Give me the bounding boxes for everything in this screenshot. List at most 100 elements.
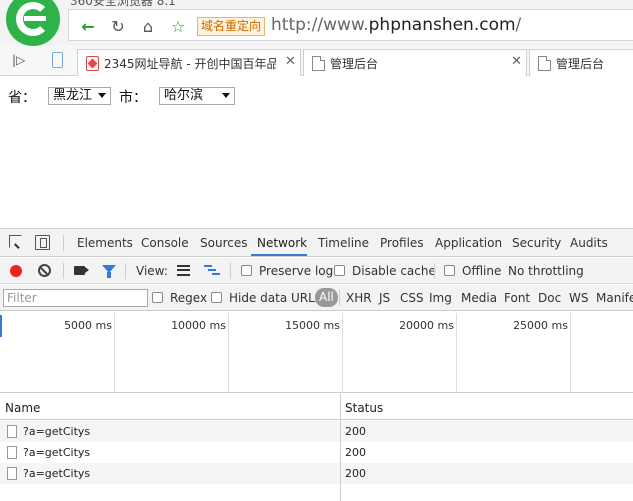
filter-ws[interactable]: WS <box>569 291 588 305</box>
network-overview[interactable]: 5000 ms 10000 ms 15000 ms 20000 ms 25000… <box>0 313 633 393</box>
tab-profiles[interactable]: Profiles <box>380 236 424 250</box>
hide-data-urls-checkbox[interactable] <box>211 292 222 303</box>
preserve-log-label: Preserve log <box>259 264 334 278</box>
tab-console[interactable]: Console <box>141 236 189 250</box>
tick-line <box>570 313 571 393</box>
filter-manifest[interactable]: Manifest <box>596 291 633 305</box>
tick-label: 5000 ms <box>64 319 112 332</box>
close-icon[interactable]: ✕ <box>285 54 296 69</box>
window-title: 360安全浏览器 8.1 <box>70 0 176 8</box>
filter-css[interactable]: CSS <box>400 291 424 305</box>
tab-admin-2[interactable]: 管理后台 <box>529 49 633 76</box>
throttling-select[interactable]: No throttling <box>508 264 584 278</box>
filter-xhr[interactable]: XHR <box>346 291 372 305</box>
province-select[interactable]: 黑龙江 <box>48 87 111 105</box>
tab-sources[interactable]: Sources <box>200 236 247 250</box>
divider <box>339 290 340 306</box>
overview-start-marker <box>0 315 2 337</box>
tab-application[interactable]: Application <box>435 236 502 250</box>
close-icon[interactable]: ✕ <box>511 54 522 69</box>
back-arrow-icon[interactable]: ← <box>79 18 97 36</box>
tab-elements[interactable]: Elements <box>77 236 133 250</box>
request-status: 200 <box>345 446 366 459</box>
filter-doc[interactable]: Doc <box>538 291 561 305</box>
offline-checkbox[interactable] <box>444 265 455 276</box>
request-name: ?a=getCitys <box>23 446 91 459</box>
offline-label: Offline <box>462 264 502 278</box>
filter-all-button[interactable]: All <box>315 288 338 307</box>
city-select[interactable]: 哈尔滨 <box>159 87 235 105</box>
column-header-name[interactable]: Name <box>5 401 40 415</box>
file-icon <box>7 425 17 438</box>
table-row[interactable]: ?a=getCitys 200 <box>0 463 633 484</box>
column-header-status[interactable]: Status <box>345 401 383 415</box>
capture-screenshots-icon[interactable] <box>74 266 89 275</box>
address-bar: ← ↻ ⌂ ☆ 域名重定向 http://www.phpnanshen.com/ <box>68 9 633 41</box>
url-input[interactable]: http://www.phpnanshen.com/ <box>271 15 521 35</box>
column-divider[interactable] <box>340 394 341 501</box>
url-prefix: http://www. <box>271 15 369 35</box>
tab-2345[interactable]: 2345网址导航 - 开创中国百年品牌 ✕ <box>77 49 301 76</box>
file-icon <box>7 467 17 480</box>
tab-audits[interactable]: Audits <box>570 236 608 250</box>
tab-label: 管理后台 <box>556 57 605 71</box>
divider <box>125 263 126 279</box>
request-status: 200 <box>345 425 366 438</box>
tick-label: 20000 ms <box>399 319 454 332</box>
document-icon <box>538 56 551 71</box>
home-icon[interactable]: ⌂ <box>139 18 157 36</box>
file-icon <box>7 446 17 459</box>
tick-line <box>228 313 229 393</box>
tab-timeline[interactable]: Timeline <box>318 236 369 250</box>
table-header: Name Status <box>0 394 633 420</box>
view-label: View: <box>136 264 168 278</box>
filter-img[interactable]: Img <box>429 291 452 305</box>
dropdown-caret-icon <box>98 93 106 98</box>
page-content: 省： 黑龙江 市： 哈尔滨 <box>0 77 633 228</box>
filter-media[interactable]: Media <box>461 291 497 305</box>
tab-label: 管理后台 <box>330 57 379 71</box>
sidebar-toggle-icon[interactable]: |▷ <box>12 53 25 67</box>
tick-label: 25000 ms <box>513 319 568 332</box>
domain-redirect-badge[interactable]: 域名重定向 <box>197 17 266 36</box>
tick-line <box>342 313 343 393</box>
city-select-value: 哈尔滨 <box>164 88 204 103</box>
tab-strip: |▷ 2345网址导航 - 开创中国百年品牌 ✕ 管理后台 ✕ 管理后台 <box>0 46 633 76</box>
disable-cache-checkbox[interactable] <box>334 265 345 276</box>
tab-label: 2345网址导航 - 开创中国百年品牌 <box>104 57 276 71</box>
tick-line <box>456 313 457 393</box>
list-view-icon[interactable] <box>177 265 190 276</box>
preserve-log-checkbox[interactable] <box>241 265 252 276</box>
table-row[interactable]: ?a=getCitys 200 <box>0 421 633 442</box>
device-toolbar-icon[interactable] <box>35 235 50 250</box>
table-row[interactable]: ?a=getCitys 200 <box>0 442 633 463</box>
active-tab-indicator <box>251 254 307 256</box>
filter-icon[interactable] <box>102 265 116 278</box>
phone-icon[interactable] <box>52 52 63 68</box>
filter-input[interactable]: Filter <box>3 289 148 307</box>
filter-bar: Filter Regex Hide data URLs All XHR JS C… <box>0 285 633 311</box>
request-name: ?a=getCitys <box>23 467 91 480</box>
inspect-element-icon[interactable] <box>9 235 22 248</box>
devtools-panel: Elements Console Sources Network Timelin… <box>0 228 633 501</box>
regex-checkbox[interactable] <box>152 292 163 303</box>
tab-network[interactable]: Network <box>257 236 307 250</box>
tick-label: 15000 ms <box>285 319 340 332</box>
clear-icon[interactable] <box>38 264 51 277</box>
filter-js[interactable]: JS <box>379 291 390 305</box>
browser-toolbar: 360安全浏览器 8.1 ← ↻ ⌂ ☆ 域名重定向 http://www.ph… <box>0 0 633 46</box>
regex-label: Regex <box>170 291 208 305</box>
divider <box>63 235 64 251</box>
tick-label: 10000 ms <box>171 319 226 332</box>
bookmark-star-icon[interactable]: ☆ <box>169 18 187 36</box>
overview-view-icon[interactable] <box>204 265 220 276</box>
browser-logo-icon[interactable] <box>6 0 60 46</box>
reload-icon[interactable]: ↻ <box>109 18 127 36</box>
divider <box>434 263 435 279</box>
tab-admin-1[interactable]: 管理后台 ✕ <box>303 49 527 76</box>
url-domain: phpnanshen.com <box>368 15 516 35</box>
2345-favicon-icon <box>86 56 99 71</box>
filter-font[interactable]: Font <box>504 291 530 305</box>
tab-security[interactable]: Security <box>512 236 561 250</box>
record-icon[interactable] <box>10 265 22 277</box>
